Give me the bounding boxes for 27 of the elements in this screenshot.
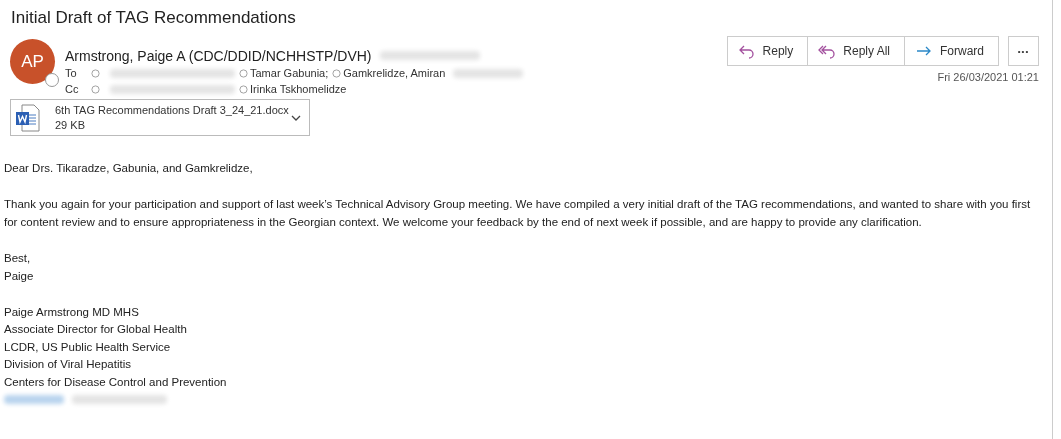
- attachment-size: 29 KB: [55, 117, 86, 133]
- body-text: Thank you again for your participation and support of last week’s Technical Advisory Group meeting. We have compiled a very initial draft of the TAG recommendations, and wanted to share with you first for content review and to ensure appropriateness in the Georgian context. We welcome your feedback by the end of next week if possible, and are happy to provide any clarification.: [4, 197, 1032, 230]
- redaction: [4, 395, 64, 405]
- attachment-card[interactable]: 6th TAG Recommendations Draft 3_24_21.docx 29 KB: [10, 99, 310, 136]
- body-text: Division of Viral Hepatitis: [4, 357, 132, 373]
- redaction: [453, 68, 524, 78]
- body-text: Paige: [4, 268, 35, 284]
- date-time: Fri 26/03/2021 01:21: [937, 71, 1039, 83]
- body-text: LCDR, US Public Health Service: [4, 339, 172, 355]
- status-indicator: [45, 73, 59, 87]
- recipient-name[interactable]: Gamkrelidze, Amiran: [343, 67, 446, 79]
- word-document-icon: [15, 103, 40, 132]
- recipient-label: Cc: [65, 83, 80, 95]
- body-text: Centers for Disease Control and Prevention: [4, 374, 228, 390]
- chevron-down-icon: [291, 114, 301, 121]
- body-text: Paige Armstrong MD MHS: [4, 305, 140, 321]
- sender-name[interactable]: Armstrong, Paige A (CDC/DDID/NCHHSTP/DVH): [65, 47, 372, 64]
- more-button[interactable]: •••: [1008, 36, 1039, 66]
- body-text: Associate Director for Global Health: [4, 322, 188, 338]
- recipient-name[interactable]: Tamar Gabunia;: [250, 67, 329, 79]
- attachment-name: 6th TAG Recommendations Draft 3_24_21.docx: [55, 102, 290, 118]
- presence-icon: [332, 68, 342, 78]
- body-text: Dear Drs. Tikaradze, Gabunia, and Gamkrelidze,: [4, 161, 254, 176]
- recipient-name[interactable]: Irinka Tskhomelidze: [250, 83, 347, 95]
- email-subject: Initial Draft of TAG Recommendations: [10, 7, 297, 29]
- body-text: Best,: [4, 251, 32, 267]
- recipient-label: To: [65, 67, 78, 79]
